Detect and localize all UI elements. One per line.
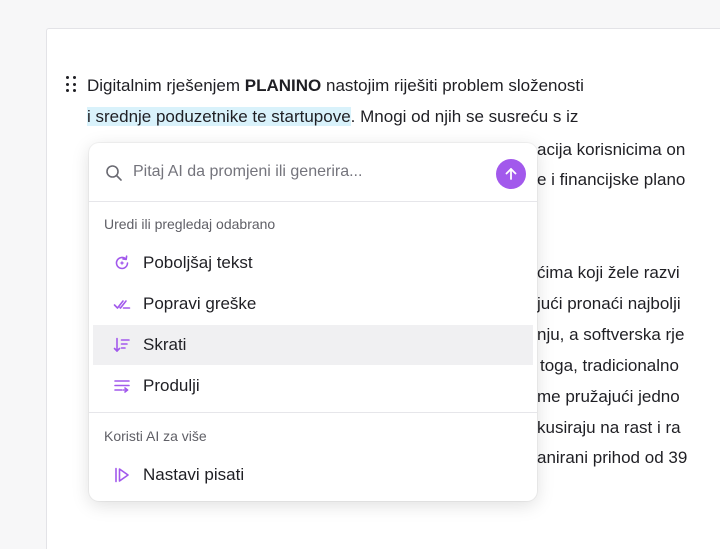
line-text: me pružajući jedno [537,387,680,406]
menu-item-label: Popravi greške [143,294,257,313]
brand-name: PLANINO [244,76,322,95]
paragraph-line-2: i srednje poduzetnike te startupove. Mno… [87,106,578,128]
menu-item-improve-text[interactable]: Poboljšaj tekst [93,243,533,283]
sparkle-refresh-icon [113,254,131,272]
double-check-icon [113,295,131,313]
menu-item-label: Poboljšaj tekst [143,253,253,272]
line-text: ćima koji žele razvi [537,263,680,282]
menu-item-fix-errors[interactable]: Popravi greške [93,284,533,324]
paragraph-line-1: Digitalnim rješenjem PLANINO nastojim ri… [87,75,584,97]
ai-prompt-input[interactable] [133,160,473,184]
line-text: acija korisnicima on [537,140,686,159]
drag-handle-icon[interactable] [66,76,78,94]
paragraph-line-6: jući pronaći najbolji [537,293,681,315]
menu-item-continue-writing[interactable]: Nastavi pisati [93,455,533,495]
section-label-more: Koristi AI za više [104,428,207,444]
line-text: e i financijske plano [537,170,686,189]
line-text: anirani prihod od 39 [537,448,688,467]
section-divider [89,412,537,413]
ai-prompt-row [89,143,537,202]
lengthen-icon [113,377,131,395]
paragraph-line-8: toga, tradicionalno [540,355,679,377]
line-text: . Mnogi od njih se susreću s iz [350,107,579,126]
continue-writing-icon [113,466,131,484]
paragraph-line-5: ćima koji žele razvi [537,262,680,284]
menu-item-shorten[interactable]: Skrati [93,325,533,365]
menu-item-label: Nastavi pisati [143,465,245,484]
search-icon [105,164,123,187]
paragraph-line-9: me pružajući jedno [537,386,680,408]
shorten-icon [113,336,131,354]
line-text: nju, a softverska rje [537,325,685,344]
line-text: kusiraju na rast i ra [537,418,681,437]
send-prompt-button[interactable] [496,159,526,189]
line-text: toga, tradicionalno [540,356,679,375]
selected-text[interactable]: i srednje poduzetnike te startupove [87,107,351,126]
menu-item-label: Produlji [143,376,200,395]
line-text: nastojim riješiti problem složenosti [321,76,584,95]
menu-item-label: Skrati [143,335,187,354]
ai-assistant-popup: Uredi ili pregledaj odabrano Poboljšaj t… [89,143,537,501]
menu-item-lengthen[interactable]: Produlji [93,366,533,406]
arrow-up-icon [505,168,517,180]
paragraph-line-10: kusiraju na rast i ra [537,417,681,439]
line-text: Digitalnim rješenjem [87,76,245,95]
paragraph-line-7: nju, a softverska rje [537,324,684,346]
line-text: jući pronaći najbolji [537,294,681,313]
section-label-edit: Uredi ili pregledaj odabrano [104,216,276,232]
paragraph-line-4: e i financijske plano [537,169,685,191]
paragraph-line-11: anirani prihod od 39 [537,447,687,469]
paragraph-line-3: acija korisnicima on [537,139,685,161]
